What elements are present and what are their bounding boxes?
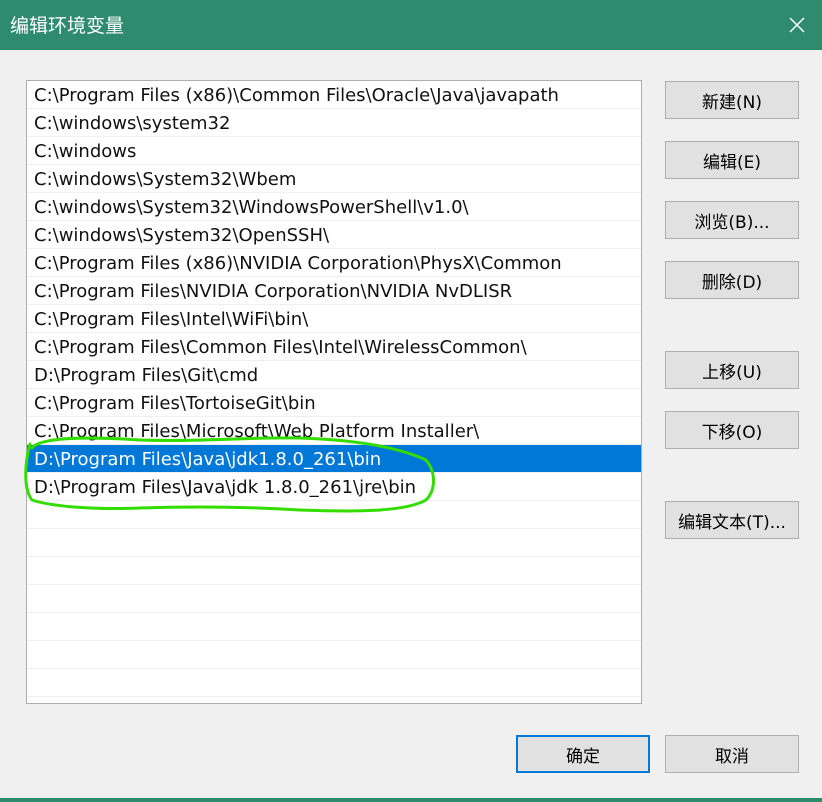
- list-item[interactable]: C:\Program Files\Common Files\Intel\Wire…: [27, 333, 641, 361]
- list-item[interactable]: C:\Program Files\TortoiseGit\bin: [27, 389, 641, 417]
- list-item-text: C:\windows\system32: [34, 113, 231, 134]
- list-item-text: C:\Program Files\Intel\WiFi\bin\: [34, 309, 309, 330]
- list-item-text: C:\Program Files (x86)\Common Files\Orac…: [34, 85, 559, 106]
- list-item-text: C:\Program Files\NVIDIA Corporation\NVID…: [34, 281, 513, 302]
- list-item-text: C:\windows\System32\Wbem: [34, 169, 297, 190]
- close-button[interactable]: [772, 0, 822, 50]
- empty-list-row: [27, 501, 641, 529]
- list-item-text: C:\Program Files\Microsoft\Web Platform …: [34, 421, 480, 442]
- empty-list-row: [27, 613, 641, 641]
- list-item-text: D:\Program Files\Java\jdk 1.8.0_261\jre\…: [34, 477, 417, 498]
- list-item-text: C:\windows\System32\WindowsPowerShell\v1…: [34, 197, 469, 218]
- list-item[interactable]: D:\Program Files\Git\cmd: [27, 361, 641, 389]
- list-item[interactable]: C:\windows\System32\OpenSSH\: [27, 221, 641, 249]
- list-item[interactable]: C:\windows\system32: [27, 109, 641, 137]
- empty-list-row: [27, 529, 641, 557]
- edit-environment-variable-dialog: 编辑环境变量 C:\Program Files (x86)\Common Fil…: [0, 0, 822, 802]
- move-down-button[interactable]: 下移(O): [665, 411, 799, 449]
- list-item-text: C:\windows\System32\OpenSSH\: [34, 225, 330, 246]
- empty-list-row: [27, 557, 641, 585]
- list-item-text: D:\Program Files\Java\jdk1.8.0_261\bin: [34, 449, 382, 470]
- delete-button[interactable]: 删除(D): [665, 261, 799, 299]
- close-icon: [789, 17, 805, 33]
- title-bar: 编辑环境变量: [0, 0, 822, 50]
- edit-text-button[interactable]: 编辑文本(T)...: [665, 501, 799, 539]
- dialog-title: 编辑环境变量: [10, 15, 125, 37]
- empty-list-row: [27, 641, 641, 669]
- list-item[interactable]: C:\windows: [27, 137, 641, 165]
- ok-button[interactable]: 确定: [516, 735, 650, 773]
- browse-button[interactable]: 浏览(B)...: [665, 201, 799, 239]
- list-item-text: D:\Program Files\Git\cmd: [34, 365, 259, 386]
- list-item[interactable]: C:\windows\System32\WindowsPowerShell\v1…: [27, 193, 641, 221]
- list-item[interactable]: C:\Program Files\Intel\WiFi\bin\: [27, 305, 641, 333]
- list-item-text: C:\Program Files\TortoiseGit\bin: [34, 393, 316, 414]
- list-item[interactable]: C:\Program Files\NVIDIA Corporation\NVID…: [27, 277, 641, 305]
- empty-list-row: [27, 585, 641, 613]
- empty-list-row: [27, 669, 641, 697]
- list-item[interactable]: C:\Program Files (x86)\NVIDIA Corporatio…: [27, 249, 641, 277]
- list-item[interactable]: C:\Program Files (x86)\Common Files\Orac…: [27, 81, 641, 109]
- new-button[interactable]: 新建(N): [665, 81, 799, 119]
- edit-button[interactable]: 编辑(E): [665, 141, 799, 179]
- window-bottom-border: [0, 798, 822, 802]
- list-item-text: C:\windows: [34, 141, 137, 162]
- list-item[interactable]: C:\windows\System32\Wbem: [27, 165, 641, 193]
- list-item[interactable]: D:\Program Files\Java\jdk 1.8.0_261\jre\…: [27, 473, 641, 501]
- list-item-text: C:\Program Files\Common Files\Intel\Wire…: [34, 337, 527, 358]
- path-list[interactable]: C:\Program Files (x86)\Common Files\Orac…: [26, 80, 642, 704]
- list-item-selected[interactable]: D:\Program Files\Java\jdk1.8.0_261\bin: [27, 445, 641, 473]
- move-up-button[interactable]: 上移(U): [665, 351, 799, 389]
- list-item-text: C:\Program Files (x86)\NVIDIA Corporatio…: [34, 253, 562, 274]
- list-item[interactable]: C:\Program Files\Microsoft\Web Platform …: [27, 417, 641, 445]
- cancel-button[interactable]: 取消: [665, 735, 799, 773]
